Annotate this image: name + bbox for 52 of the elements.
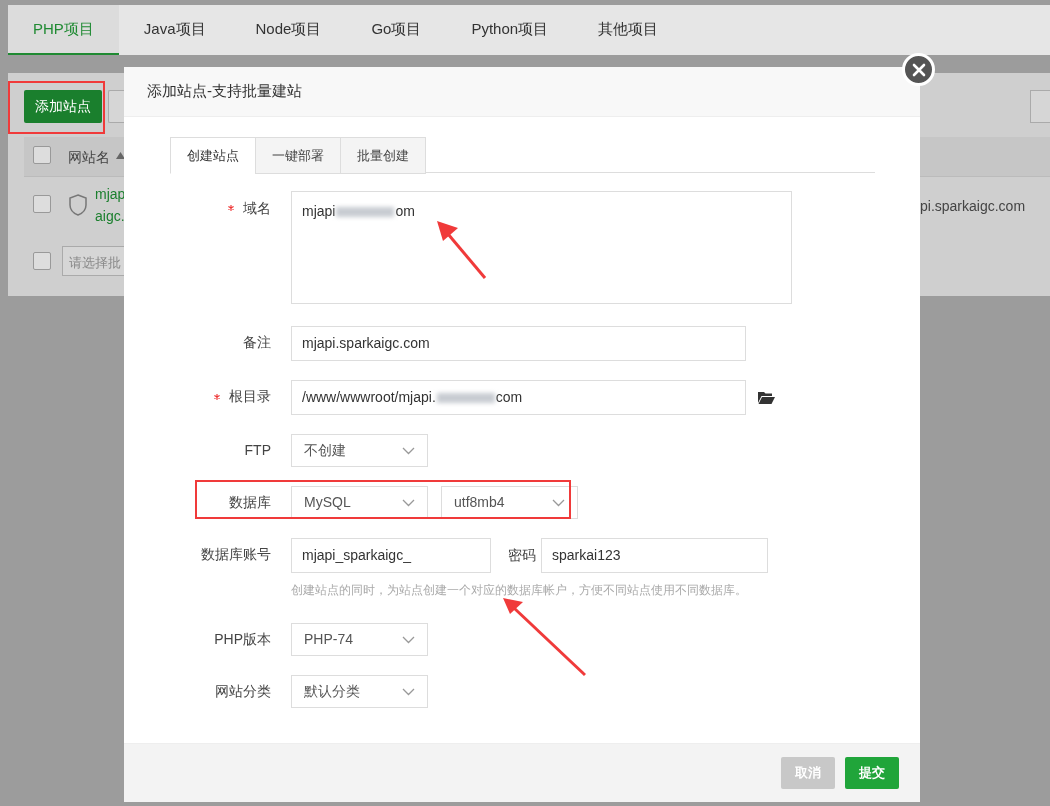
field-label: 根目录 [229, 387, 271, 406]
field-label: 数据库 [229, 493, 271, 512]
project-tab[interactable]: 其他项目 [573, 5, 684, 55]
field-label: 网站分类 [215, 682, 271, 701]
dialog-tab[interactable]: 一键部署 [255, 137, 341, 174]
field-value: mjapi.sparkaigc.com [302, 334, 430, 353]
project-tab[interactable]: Node项目 [230, 5, 347, 55]
select-field[interactable]: 不创建 [291, 434, 428, 467]
close-icon [911, 62, 926, 77]
add-site-button[interactable]: 添加站点 [24, 90, 102, 123]
input-field[interactable]: mjapi_sparkaigc_ [291, 538, 491, 573]
folder-icon[interactable] [758, 391, 775, 404]
field-value: sparkai123 [552, 546, 621, 565]
domain-textarea[interactable]: mjapi om [291, 191, 792, 304]
column-header: 网站名 [68, 148, 110, 167]
field-label: PHP版本 [214, 630, 271, 649]
project-tab[interactable]: Java项目 [118, 5, 231, 55]
select-field[interactable]: utf8mb4 [441, 486, 578, 519]
category-button[interactable] [1030, 90, 1050, 123]
select-field[interactable]: PHP-74 [291, 623, 428, 656]
project-tab[interactable]: Go项目 [346, 5, 447, 55]
header-checkbox[interactable] [33, 146, 51, 164]
hint-text: 创建站点的同时，为站点创建一个对应的数据库帐户，方便不同站点使用不同数据库。 [291, 582, 748, 599]
row-checkbox[interactable] [33, 195, 51, 213]
chevron-down-icon [552, 498, 565, 507]
field-value: mjapi_sparkaigc_ [302, 546, 411, 565]
field-label: 数据库账号 [201, 545, 271, 564]
shield-icon [68, 194, 88, 216]
chevron-down-icon [402, 687, 415, 696]
chevron-down-icon [402, 635, 415, 644]
field-label: FTP [244, 441, 271, 460]
field-value: /www/wwwroot/mjapi. com [302, 388, 523, 407]
select-field[interactable]: MySQL [291, 486, 428, 519]
select-all-checkbox[interactable] [33, 252, 51, 270]
chevron-down-icon [402, 498, 415, 507]
input-field[interactable]: mjapi.sparkaigc.com [291, 326, 746, 361]
dialog-title: 添加站点-支持批量建站 [147, 81, 302, 102]
dialog-tab[interactable]: 创建站点 [170, 137, 256, 174]
field-label: 密码 [508, 546, 536, 565]
sort-icon[interactable] [116, 152, 125, 159]
arrow-annotation [437, 221, 487, 279]
toolbar-button[interactable] [108, 90, 124, 123]
field-label: 备注 [243, 333, 271, 352]
input-field[interactable]: /www/wwwroot/mjapi. com [291, 380, 746, 415]
project-tab[interactable]: Python项目 [446, 5, 574, 55]
dialog-tab[interactable]: 批量创建 [340, 137, 426, 174]
table-cell-text: pi.sparkaigc.com [920, 197, 1026, 216]
field-value: mjapi om [302, 203, 415, 219]
chevron-down-icon [402, 446, 415, 455]
field-label: 域名 [243, 198, 271, 218]
select-field[interactable]: 默认分类 [291, 675, 428, 708]
input-field[interactable]: sparkai123 [541, 538, 768, 573]
